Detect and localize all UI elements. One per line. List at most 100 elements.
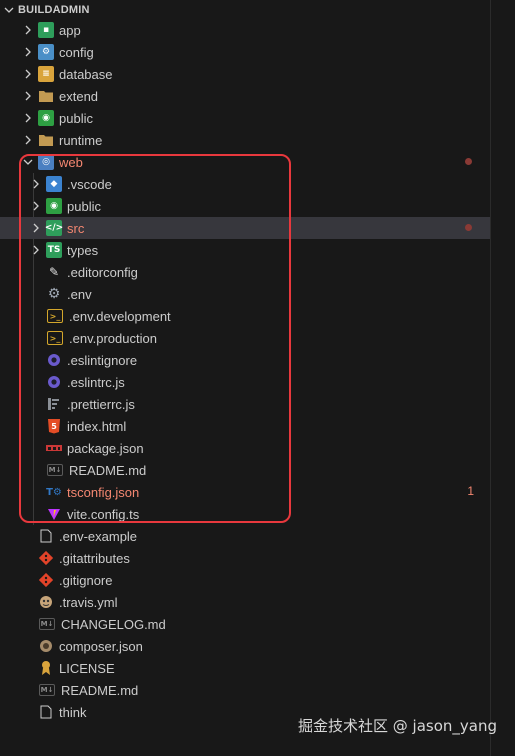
chevron-down-icon [4, 5, 14, 15]
chevron-right-icon [22, 68, 34, 80]
tree-item-label: config [59, 44, 94, 60]
tree-item-database[interactable]: ≡ database [0, 63, 490, 85]
chevron-right-icon [30, 178, 42, 190]
tree-item-package-json[interactable]: package.json [0, 437, 490, 459]
tree-item-vscode[interactable]: ◆ .vscode [0, 173, 490, 195]
tree-item-editorconfig[interactable]: ✎ .editorconfig [0, 261, 490, 283]
tree-item-label: composer.json [59, 638, 143, 654]
chevron-right-icon [30, 244, 42, 256]
composer-icon [38, 638, 54, 654]
problem-count-badge: 1 [467, 484, 474, 498]
tree-item-travis[interactable]: .travis.yml [0, 591, 490, 613]
modified-dot [465, 158, 472, 165]
tree-item-env-example[interactable]: .env-example [0, 525, 490, 547]
file-icon [38, 704, 54, 720]
tree-item-app[interactable]: ▪ app [0, 19, 490, 41]
tree-item-label: CHANGELOG.md [61, 616, 166, 632]
prettier-icon [46, 396, 62, 412]
tree-item-label: web [59, 154, 83, 170]
chevron-right-icon [22, 90, 34, 102]
chevron-right-icon [22, 46, 34, 58]
tree-item-label: .gitignore [59, 572, 113, 588]
tsconfig-icon: T⚙ [46, 486, 62, 498]
git-icon [38, 572, 54, 588]
tree-item-env[interactable]: ⚙ .env [0, 283, 490, 305]
tree-item-tsconfig[interactable]: T⚙ tsconfig.json 1 [0, 481, 490, 503]
tree-item-label: tsconfig.json [67, 484, 140, 500]
config-folder-icon: ⚙ [38, 44, 54, 60]
travis-icon [38, 594, 54, 610]
file-explorer: BUILDADMIN ▪ app ⚙ config ≡ database ext… [0, 0, 515, 756]
terminal-icon: >_ [47, 331, 63, 345]
tree-item-label: extend [59, 88, 99, 104]
tree-item-label: .env [67, 286, 92, 302]
tree-item-types[interactable]: TS types [0, 239, 490, 261]
file-icon [38, 528, 54, 544]
chevron-right-icon [30, 200, 42, 212]
tree-item-env-production[interactable]: >_ .env.production [0, 327, 490, 349]
explorer-section-header[interactable]: BUILDADMIN [0, 0, 515, 20]
public-folder-icon: ◉ [46, 198, 62, 214]
tree-item-web[interactable]: ◎ web [0, 151, 490, 173]
tree-item-runtime[interactable]: runtime [0, 129, 490, 151]
tree-item-label: think [59, 704, 87, 720]
tree-item-label: .env.production [69, 330, 157, 346]
tree-item-vite-config[interactable]: vite.config.ts [0, 503, 490, 525]
tree-item-public[interactable]: ◉ public [0, 107, 490, 129]
tree-item-label: .env.development [69, 308, 171, 324]
git-icon [38, 550, 54, 566]
watermark: 掘金技术社区 @ jason_yang [298, 717, 497, 735]
tree-item-label: package.json [67, 440, 144, 456]
tree-item-label: index.html [67, 418, 127, 434]
tree-item-extend[interactable]: extend [0, 85, 490, 107]
tree-item-src[interactable]: </> src [0, 217, 490, 239]
tree-item-gitignore[interactable]: .gitignore [0, 569, 490, 591]
tree-item-label: .gitattributes [59, 550, 130, 566]
tree-item-prettierrc[interactable]: .prettierrc.js [0, 393, 490, 415]
tree-item-gitattributes[interactable]: .gitattributes [0, 547, 490, 569]
tree-item-eslintrc[interactable]: .eslintrc.js [0, 371, 490, 393]
npm-icon [46, 440, 62, 456]
app-folder-icon: ▪ [38, 22, 54, 38]
tree-item-config[interactable]: ⚙ config [0, 41, 490, 63]
folder-icon [38, 132, 54, 148]
tree-item-composer[interactable]: composer.json [0, 635, 490, 657]
markdown-icon: M↓ [39, 684, 55, 696]
tree-item-label: .eslintignore [67, 352, 138, 368]
chevron-right-icon [22, 112, 34, 124]
tree-item-label: types [67, 242, 99, 258]
gear-icon: ⚙ [47, 286, 61, 302]
eslint-icon [46, 352, 62, 368]
tree-item-eslintignore[interactable]: .eslintignore [0, 349, 490, 371]
markdown-icon: M↓ [47, 464, 63, 476]
tree-item-env-development[interactable]: >_ .env.development [0, 305, 490, 327]
tree-item-label: database [59, 66, 113, 82]
tree-item-readme[interactable]: M↓ README.md [0, 679, 490, 701]
license-icon [38, 660, 54, 676]
tree-item-label: src [67, 220, 85, 236]
tree-item-index-html[interactable]: 5 index.html [0, 415, 490, 437]
tree-item-web-readme[interactable]: M↓ README.md [0, 459, 490, 481]
chevron-right-icon [22, 134, 34, 146]
tree-item-label: .vscode [67, 176, 112, 192]
eslint-icon [46, 374, 62, 390]
public-folder-icon: ◉ [38, 110, 54, 126]
tree-item-web-public[interactable]: ◉ public [0, 195, 490, 217]
tree-item-license[interactable]: LICENSE [0, 657, 490, 679]
tree-item-label: public [67, 198, 101, 214]
database-folder-icon: ≡ [38, 66, 54, 82]
chevron-down-icon [22, 156, 34, 168]
svg-text:5: 5 [51, 422, 57, 431]
chevron-right-icon [30, 222, 42, 234]
tree-item-label: vite.config.ts [67, 506, 140, 522]
tree-item-label: public [59, 110, 93, 126]
tree-item-label: .editorconfig [67, 264, 138, 280]
tree-item-changelog[interactable]: M↓ CHANGELOG.md [0, 613, 490, 635]
web-folder-icon: ◎ [38, 154, 54, 170]
terminal-icon: >_ [47, 309, 63, 323]
panel-divider [490, 0, 491, 756]
vite-icon [46, 506, 62, 522]
tree: ▪ app ⚙ config ≡ database extend ◉ publi… [0, 19, 490, 723]
editorconfig-icon: ✎ [48, 265, 60, 279]
folder-icon [38, 88, 54, 104]
